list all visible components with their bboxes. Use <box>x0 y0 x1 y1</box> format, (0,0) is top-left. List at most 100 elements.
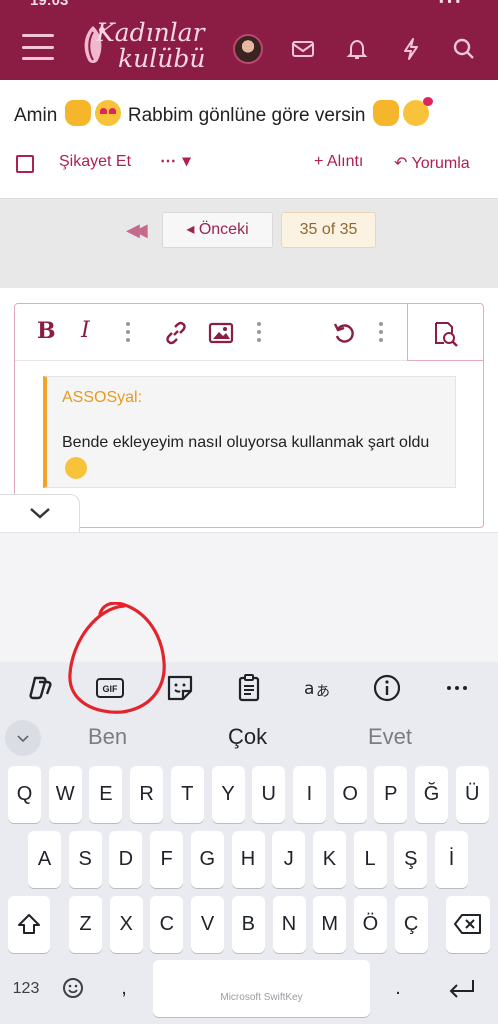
key-ü[interactable]: Ü <box>455 766 489 823</box>
logo-text-1: Kadınlar <box>96 18 205 47</box>
gif-label: GIF <box>103 684 119 694</box>
key-w[interactable]: W <box>48 766 82 823</box>
key-i[interactable]: I <box>292 766 326 823</box>
expand-suggestions-button[interactable] <box>5 720 41 756</box>
mail-icon[interactable] <box>290 36 316 62</box>
first-page-button[interactable]: ◀◀ <box>126 220 148 241</box>
key-f[interactable]: F <box>150 831 184 888</box>
italic-button[interactable]: I <box>81 318 90 346</box>
space-bar[interactable]: Microsoft SwiftKey <box>153 960 370 1017</box>
more-edit-icon[interactable] <box>379 322 383 342</box>
key-k[interactable]: K <box>312 831 346 888</box>
key-ğ[interactable]: Ğ <box>415 766 448 823</box>
heart-eyes-emoji <box>94 100 121 126</box>
svg-text:a: a <box>304 679 314 699</box>
key-n[interactable]: N <box>272 896 306 953</box>
reply-button[interactable]: ↶ Yorumla <box>394 153 470 173</box>
preview-button[interactable] <box>407 304 483 361</box>
bell-icon[interactable] <box>344 36 370 62</box>
key-v[interactable]: V <box>191 896 225 953</box>
key-ş[interactable]: Ş <box>394 831 428 888</box>
suggestion-3[interactable]: Evet <box>368 724 412 750</box>
site-logo[interactable]: Kadınlar kulübü <box>78 18 218 76</box>
translate-icon[interactable]: aあ <box>302 672 334 704</box>
enter-icon <box>449 980 474 998</box>
bold-button[interactable]: B <box>37 318 56 346</box>
quote-block: ASSOSyal: Bende ekleyeyim nasıl oluyorsa… <box>43 376 456 488</box>
key-q[interactable]: Q <box>8 766 41 823</box>
more-menu-button[interactable]: ⋯ ▾ <box>160 151 191 171</box>
copilot-icon[interactable] <box>25 672 57 704</box>
search-icon[interactable] <box>451 36 477 62</box>
key-y[interactable]: Y <box>211 766 245 823</box>
key-e[interactable]: E <box>89 766 123 823</box>
key-g[interactable]: G <box>190 831 224 888</box>
emoji-icon <box>62 978 83 998</box>
clipboard-icon[interactable] <box>233 672 265 704</box>
comma-key[interactable]: , <box>106 960 142 1017</box>
raised-hands-emoji <box>64 100 91 126</box>
key-x[interactable]: X <box>109 896 143 953</box>
more-format-icon[interactable] <box>126 322 130 342</box>
post-text-start: Amin <box>14 105 58 126</box>
editor-toolbar: B I <box>15 304 483 361</box>
reply-editor[interactable]: B I ASSOSyal: Bende ekleyeyim nasıl oluy… <box>14 303 484 528</box>
previous-page-button[interactable]: ◂ Önceki <box>162 212 273 248</box>
post-message: Amin Rabbim gönlüne göre versin <box>14 97 433 127</box>
key-a[interactable]: A <box>28 831 61 888</box>
key-l[interactable]: L <box>353 831 387 888</box>
key-b[interactable]: B <box>231 896 265 953</box>
key-t[interactable]: T <box>170 766 204 823</box>
post-text-middle: Rabbim gönlüne göre versin <box>127 105 366 126</box>
key-p[interactable]: P <box>374 766 408 823</box>
key-j[interactable]: J <box>272 831 306 888</box>
keyboard-toolbar: GIF aあ <box>0 662 498 712</box>
key-m[interactable]: M <box>313 896 347 953</box>
shift-key[interactable] <box>8 896 50 953</box>
menu-icon[interactable] <box>22 34 54 60</box>
suggestion-2[interactable]: Çok <box>228 724 267 750</box>
site-header: Kadınlar kulübü <box>0 14 498 80</box>
raised-hands-emoji <box>372 100 399 126</box>
more-insert-icon[interactable] <box>257 322 261 342</box>
sticker-icon[interactable] <box>164 672 196 704</box>
quote-button[interactable]: + Alıntı <box>314 153 363 171</box>
key-r[interactable]: R <box>130 766 164 823</box>
more-options-icon[interactable] <box>441 672 473 704</box>
shift-icon <box>18 914 40 934</box>
key-z[interactable]: Z <box>69 896 102 953</box>
lightning-icon[interactable] <box>398 36 424 62</box>
info-icon[interactable] <box>371 672 403 704</box>
emoji-key[interactable] <box>56 960 89 1017</box>
key-o[interactable]: O <box>333 766 367 823</box>
link-icon[interactable] <box>163 320 189 348</box>
backspace-icon <box>454 914 481 934</box>
undo-icon[interactable] <box>331 320 357 348</box>
key-ç[interactable]: Ç <box>394 896 428 953</box>
page-indicator[interactable]: 35 of 35 <box>281 212 376 248</box>
quote-text: Bende ekleyeyim nasıl oluyorsa kullanmak… <box>62 429 447 483</box>
select-checkbox[interactable] <box>16 155 34 173</box>
key-d[interactable]: D <box>109 831 143 888</box>
numbers-key[interactable]: 123 <box>8 960 44 1017</box>
image-icon[interactable] <box>208 321 234 349</box>
key-s[interactable]: S <box>68 831 102 888</box>
report-link[interactable]: Şikayet Et <box>59 153 131 171</box>
key-u[interactable]: U <box>252 766 286 823</box>
suggestion-1[interactable]: Ben <box>88 724 127 750</box>
chevron-down-icon <box>30 508 50 519</box>
grin-emoji <box>65 457 87 479</box>
quote-author[interactable]: ASSOSyal: <box>62 389 142 407</box>
collapse-keyboard-button[interactable] <box>0 494 80 532</box>
key-c[interactable]: C <box>150 896 184 953</box>
gif-button[interactable]: GIF <box>94 672 126 704</box>
key-i̇[interactable]: İ <box>435 831 468 888</box>
status-time: 19:03 <box>30 0 69 9</box>
period-key[interactable]: . <box>380 960 416 1017</box>
key-ö[interactable]: Ö <box>353 896 387 953</box>
user-avatar[interactable] <box>233 34 263 64</box>
key-h[interactable]: H <box>231 831 265 888</box>
smiling-hearts-emoji <box>402 97 433 126</box>
backspace-key[interactable] <box>446 896 490 953</box>
enter-key[interactable] <box>440 960 484 1017</box>
